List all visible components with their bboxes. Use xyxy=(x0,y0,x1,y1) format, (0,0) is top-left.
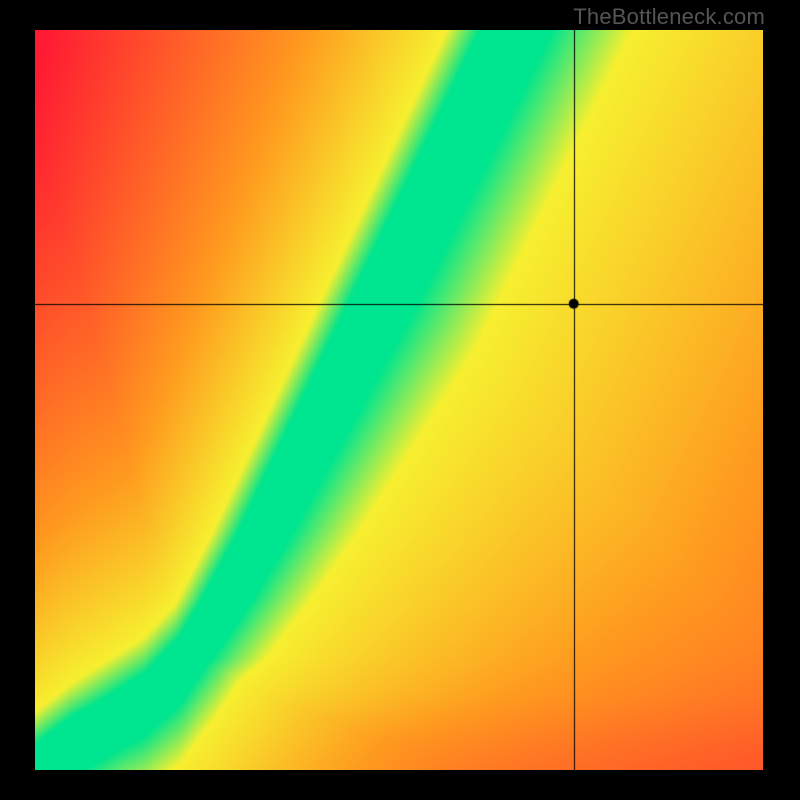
watermark-text: TheBottleneck.com xyxy=(573,4,765,30)
chart-container: TheBottleneck.com xyxy=(0,0,800,800)
crosshair-overlay xyxy=(35,30,763,770)
